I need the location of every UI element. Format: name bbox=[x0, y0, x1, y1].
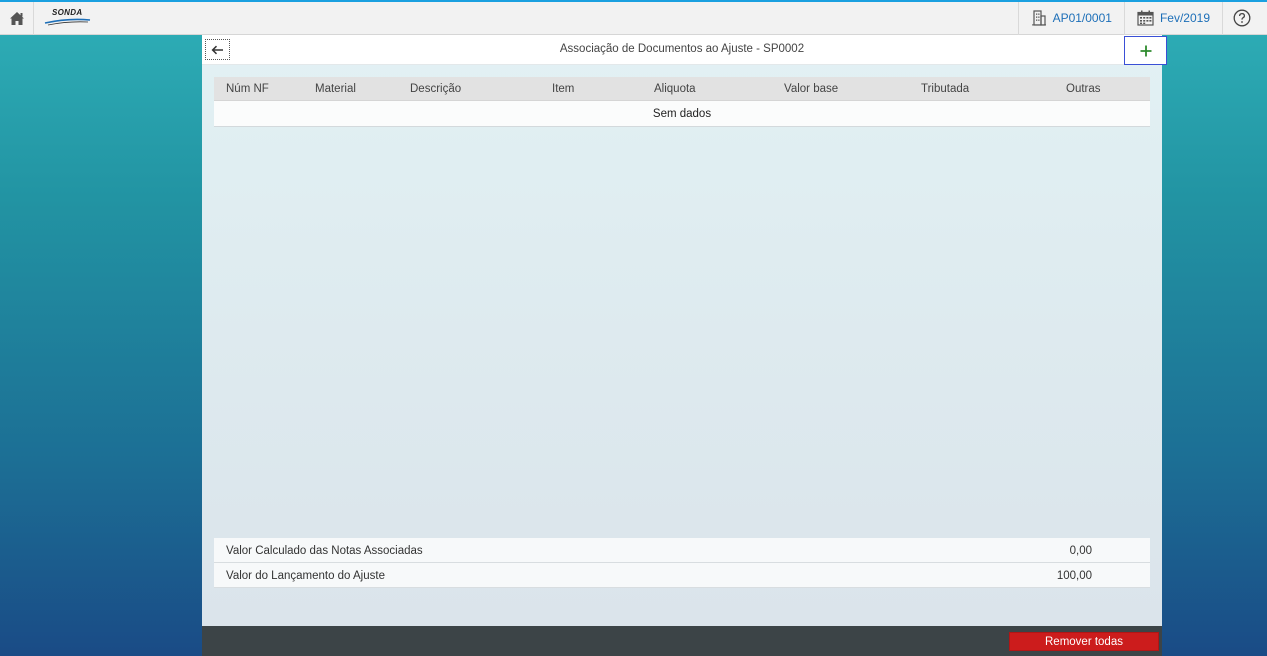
home-icon bbox=[9, 11, 24, 25]
column-header-tributada[interactable]: Tributada bbox=[921, 83, 969, 95]
column-header-outras[interactable]: Outras bbox=[1066, 83, 1101, 95]
column-header-material[interactable]: Material bbox=[315, 83, 356, 95]
panel-header: Associação de Documentos ao Ajuste - SP0… bbox=[202, 35, 1167, 65]
building-icon bbox=[1031, 10, 1046, 26]
calendar-icon bbox=[1137, 10, 1154, 26]
plus-icon bbox=[1140, 45, 1151, 56]
remove-all-button[interactable]: Remover todas bbox=[1009, 632, 1159, 651]
main-panel: Associação de Documentos ao Ajuste - SP0… bbox=[202, 35, 1167, 626]
period-value: Fev/2019 bbox=[1159, 11, 1210, 25]
column-header-num-nf[interactable]: Núm NF bbox=[226, 83, 269, 95]
empty-table-message: Sem dados bbox=[214, 101, 1150, 127]
home-button[interactable] bbox=[0, 1, 34, 35]
help-button[interactable] bbox=[1222, 1, 1267, 35]
summary-value: 0,00 bbox=[1069, 545, 1092, 557]
sonda-logo: SONDA bbox=[44, 7, 92, 29]
help-icon bbox=[1233, 9, 1251, 27]
summary-label: Valor do Lançamento do Ajuste bbox=[226, 570, 385, 582]
summary-row-adjustment: Valor do Lançamento do Ajuste 100,00 bbox=[214, 563, 1150, 588]
documents-table: Núm NF Material Descrição Item Aliquota … bbox=[214, 77, 1150, 127]
page-title: Associação de Documentos ao Ajuste - SP0… bbox=[559, 43, 805, 55]
summary-value: 100,00 bbox=[1056, 570, 1092, 582]
period-selector[interactable]: Fev/2019 bbox=[1123, 1, 1222, 35]
top-bar: SONDA AP01/0001 Fev/2019 bbox=[0, 1, 1267, 35]
column-header-descricao[interactable]: Descrição bbox=[410, 83, 461, 95]
column-header-valor-base[interactable]: Valor base bbox=[784, 83, 838, 95]
logo-text: SONDA bbox=[52, 8, 83, 17]
summary-label: Valor Calculado das Notas Associadas bbox=[226, 545, 423, 557]
column-header-aliquota[interactable]: Aliquota bbox=[654, 83, 696, 95]
add-document-button[interactable] bbox=[1124, 36, 1167, 65]
company-selector[interactable]: AP01/0001 bbox=[1017, 1, 1124, 35]
logo-swoosh-icon bbox=[44, 18, 91, 26]
company-code: AP01/0001 bbox=[1052, 11, 1112, 25]
column-header-item[interactable]: Item bbox=[552, 83, 574, 95]
summary-row-calculated: Valor Calculado das Notas Associadas 0,0… bbox=[214, 538, 1150, 563]
summary-section: Valor Calculado das Notas Associadas 0,0… bbox=[214, 538, 1150, 588]
footer-bar: Remover todas bbox=[202, 626, 1162, 656]
table-header: Núm NF Material Descrição Item Aliquota … bbox=[214, 77, 1150, 101]
